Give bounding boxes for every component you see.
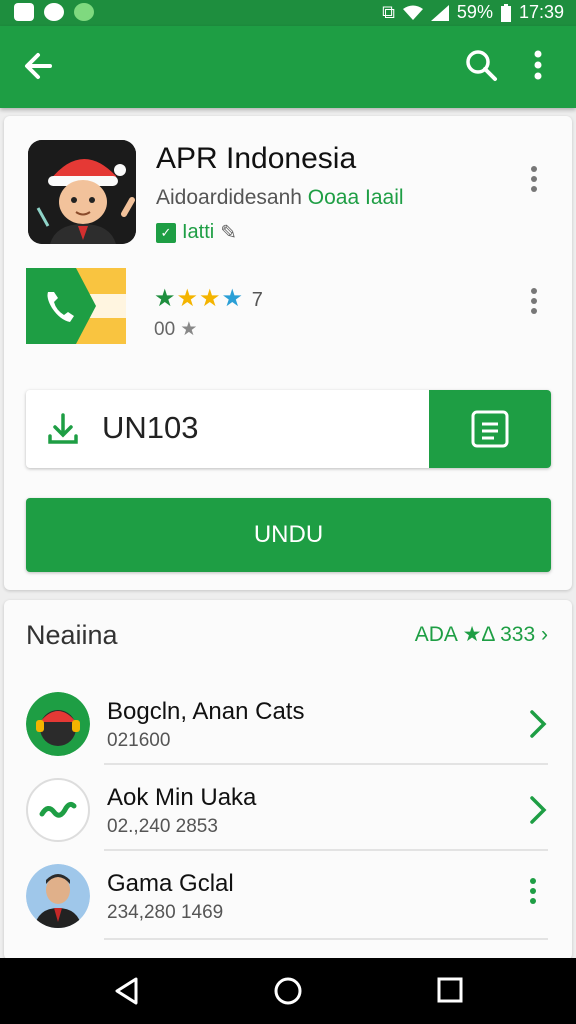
divider	[104, 938, 548, 940]
developer-name[interactable]: Aidoardidesanh	[156, 186, 302, 209]
chevron-right-icon: ›	[541, 623, 548, 646]
secondary-overflow-menu[interactable]	[531, 288, 539, 318]
clock: 17:39	[518, 2, 564, 22]
star-icon: ★	[199, 285, 222, 312]
list-item[interactable]: Bogcln, Anan Cats 021600	[4, 684, 572, 768]
list-item-name: Gama Gclal	[107, 870, 234, 897]
swirl-logo-icon	[39, 801, 77, 818]
gallery-icon	[14, 3, 34, 21]
avatar	[26, 778, 90, 842]
avatar	[26, 692, 90, 756]
divider	[104, 763, 548, 765]
editors-choice-icon: ✓	[156, 222, 176, 243]
battery-percent: 59%	[456, 2, 493, 22]
search-button[interactable]	[464, 48, 498, 87]
more-vert-icon	[534, 50, 542, 80]
developer-line[interactable]: Aidoardidesanh Ooaa Iaail	[156, 186, 404, 210]
person-avatar-icon	[26, 864, 90, 928]
list-item-name: Bogcln, Anan Cats	[107, 698, 305, 725]
dot-icon	[531, 166, 537, 172]
primary-action-button[interactable]: UNDU	[26, 498, 551, 572]
star-outline-icon: ★	[180, 319, 198, 340]
download-icon	[48, 413, 78, 444]
list-item-subtitle: 021600	[107, 730, 171, 751]
phone-call-icon	[26, 268, 126, 344]
document-icon	[471, 410, 509, 448]
app-bar	[0, 26, 576, 108]
back-arrow-icon	[25, 53, 52, 79]
app-badge: ✓ Iatti ✎	[156, 220, 237, 245]
open-button[interactable]	[429, 390, 551, 468]
notification-icons	[14, 3, 94, 21]
dot-icon	[530, 878, 536, 884]
dot-icon	[531, 186, 537, 192]
install-row: UN103	[26, 390, 551, 468]
phone-app-icon[interactable]	[26, 268, 126, 344]
dot-icon	[531, 288, 537, 294]
signal-icon	[430, 4, 449, 21]
back-button[interactable]	[22, 50, 54, 87]
app-title: APR Indonesia	[156, 142, 357, 175]
avatar	[26, 864, 90, 928]
rating-count-row: 00 ★	[154, 318, 197, 341]
list-item-name: Aok Min Uaka	[107, 784, 257, 811]
item-overflow-menu[interactable]	[530, 878, 538, 908]
list-item[interactable]: Aok Min Uaka 02.,240 2853	[4, 770, 572, 854]
dot-icon	[530, 888, 536, 894]
chevron-right-icon[interactable]	[528, 708, 548, 745]
chevron-right-icon[interactable]	[528, 794, 548, 831]
nav-recents-button[interactable]	[436, 976, 464, 1009]
status-bar: ⧉ 59% 17:39	[0, 0, 576, 26]
dot-icon	[531, 176, 537, 182]
wifi-icon	[402, 5, 423, 20]
install-label[interactable]: UN103	[102, 410, 199, 446]
app-details-card: APR Indonesia Aidoardidesanh Ooaa Iaail …	[4, 116, 572, 590]
rating-stars: ★★★★ 7	[154, 284, 264, 313]
more-options-button[interactable]	[533, 50, 543, 85]
star-icon: ★	[154, 285, 177, 312]
triangle-back-icon	[115, 977, 138, 1005]
search-icon	[466, 50, 497, 81]
navigation-bar	[0, 958, 576, 1024]
dot-icon	[530, 898, 536, 904]
app-icon[interactable]	[28, 140, 136, 244]
divider	[104, 849, 548, 851]
see-all-label: ADA ★Δ 333	[414, 623, 536, 646]
dot-icon	[531, 298, 537, 304]
pen-icon: ✎	[220, 222, 238, 244]
list-item-subtitle: 234,280 1469	[107, 902, 224, 923]
nav-back-button[interactable]	[112, 976, 142, 1011]
vibrate-icon: ⧉	[382, 2, 395, 22]
star-icon: ★	[221, 285, 245, 312]
see-all-link[interactable]: ADA ★Δ 333 ›	[415, 622, 548, 647]
nav-home-button[interactable]	[273, 976, 303, 1011]
app-notification-icon	[44, 3, 64, 21]
developer-tag: Ooaa Iaail	[307, 186, 404, 209]
section-title: Neaiina	[26, 620, 118, 650]
rating-value: 7	[251, 289, 264, 311]
square-recents-icon	[437, 977, 463, 1003]
badge-label: Iatti	[182, 221, 215, 243]
leaf-icon	[74, 3, 94, 21]
primary-action-label: UNDU	[253, 521, 324, 548]
character-avatar-icon	[26, 692, 90, 756]
circle-home-icon	[274, 977, 302, 1005]
character-avatar-icon	[28, 140, 136, 244]
list-item-subtitle: 02.,240 2853	[107, 816, 218, 837]
battery-icon	[500, 3, 511, 22]
download-button[interactable]	[46, 412, 80, 451]
star-icon: ★	[176, 285, 200, 312]
rating-count: 00	[154, 319, 176, 340]
system-icons: ⧉ 59% 17:39	[382, 2, 564, 23]
dot-icon	[531, 308, 537, 314]
list-section-card: Neaiina ADA ★Δ 333 › Bogcln, Anan Cats 0…	[4, 600, 572, 960]
list-item[interactable]: Gama Gclal 234,280 1469	[4, 856, 572, 940]
app-overflow-menu[interactable]	[531, 166, 539, 196]
